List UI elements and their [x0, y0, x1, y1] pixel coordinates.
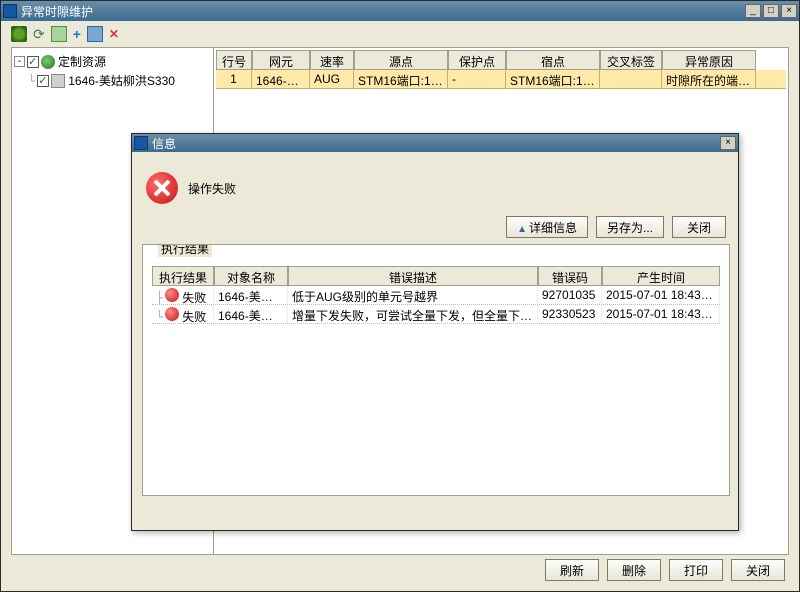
result-cell: 失败 — [182, 310, 206, 323]
result-cell: 增量下发失败，可尝试全量下发，但全量下发有可能影响现有... — [288, 305, 538, 323]
dialog-body: 操作失败 ▲详细信息 另存为... 关闭 执行结果 执行结果 对象名称 错误描述… — [132, 154, 738, 530]
close-button[interactable]: 关闭 — [731, 559, 785, 581]
delete-button[interactable]: 删除 — [607, 559, 661, 581]
grid-cell — [600, 70, 662, 88]
grid-header-cell[interactable]: 宿点 — [506, 50, 600, 70]
results-header-cell[interactable]: 错误描述 — [288, 266, 538, 286]
tree-root[interactable]: - 定制资源 — [14, 52, 211, 71]
tree-checkbox[interactable] — [37, 75, 49, 87]
app-title: 异常时隙维护 — [21, 3, 745, 20]
results-box: 执行结果 执行结果 对象名称 错误描述 错误码 产生时间 ├失败 1646-美姑… — [142, 244, 730, 496]
tree-connector: └ — [28, 74, 35, 88]
result-cell: 1646-美姑柳... — [214, 286, 288, 304]
grid-header-cell[interactable]: 保护点 — [448, 50, 506, 70]
grid-view-icon[interactable] — [51, 26, 67, 42]
main-titlebar: 异常时隙维护 _ □ × — [1, 1, 799, 21]
grid-header-cell[interactable]: 网元 — [252, 50, 310, 70]
result-cell: 低于AUG级别的单元号越界 — [288, 286, 538, 304]
grid-header: 行号 网元 速率 源点 保护点 宿点 交叉标签 异常原因 — [216, 50, 786, 70]
results-header-cell[interactable]: 执行结果 — [152, 266, 214, 286]
grid-cell: - — [448, 70, 506, 88]
dialog-close-icon[interactable]: × — [720, 136, 736, 150]
globe-icon — [41, 55, 55, 69]
grid-header-cell[interactable]: 速率 — [310, 50, 354, 70]
details-button[interactable]: ▲详细信息 — [506, 216, 588, 238]
results-header: 执行结果 对象名称 错误描述 错误码 产生时间 — [152, 266, 720, 286]
minimize-button[interactable]: _ — [745, 4, 761, 18]
close-window-button[interactable]: × — [781, 4, 797, 18]
tree-checkbox[interactable] — [27, 56, 39, 68]
results-header-cell[interactable]: 产生时间 — [602, 266, 720, 286]
save-as-button[interactable]: 另存为... — [596, 216, 664, 238]
app-icon — [3, 4, 17, 18]
result-cell: 2015-07-01 18:43:55 — [602, 286, 720, 304]
grid-header-cell[interactable]: 行号 — [216, 50, 252, 70]
results-header-cell[interactable]: 对象名称 — [214, 266, 288, 286]
device-icon — [51, 74, 65, 88]
plus-icon[interactable]: + — [73, 26, 81, 42]
delete-icon[interactable]: ✕ — [109, 27, 119, 41]
grid-row[interactable]: 1 1646-美... AUG STM16端口:1-V... - STM16端口… — [216, 70, 786, 89]
grid-cell: 1646-美... — [252, 70, 310, 88]
result-cell: 92330523 — [538, 305, 602, 323]
dialog-title: 信息 — [152, 135, 720, 152]
refresh-button[interactable]: 刷新 — [545, 559, 599, 581]
tree-child-label: 1646-美姑柳洪S330 — [68, 72, 175, 89]
dialog-button-row: ▲详细信息 另存为... 关闭 — [132, 214, 738, 240]
grid-header-cell[interactable]: 交叉标签 — [600, 50, 662, 70]
grid-header-cell[interactable]: 源点 — [354, 50, 448, 70]
grid-header-cell[interactable]: 异常原因 — [662, 50, 756, 70]
print-button[interactable]: 打印 — [669, 559, 723, 581]
result-cell: 1646-美姑柳... — [214, 305, 288, 323]
result-cell: 92701035 — [538, 286, 602, 304]
main-footer: 刷新 删除 打印 关闭 — [545, 559, 785, 581]
dialog-close-button[interactable]: 关闭 — [672, 216, 726, 238]
error-area: 操作失败 — [132, 154, 738, 214]
grid-cell: 1 — [216, 70, 252, 88]
result-cell: 2015-07-01 18:43:55 — [602, 305, 720, 323]
app-window: 异常时隙维护 _ □ × ⟳ + ✕ - 定制资源 — [0, 0, 800, 592]
grid-cell: STM16端口:1-V... — [506, 70, 600, 88]
table-icon[interactable] — [87, 26, 103, 42]
grid-cell: AUG — [310, 70, 354, 88]
results-row[interactable]: └失败 1646-美姑柳... 增量下发失败，可尝试全量下发，但全量下发有可能影… — [152, 305, 720, 324]
error-icon — [146, 172, 178, 204]
tree-child[interactable]: └ 1646-美姑柳洪S330 — [14, 71, 211, 90]
fail-icon — [165, 288, 179, 302]
collapse-arrows-icon: ▲ — [517, 224, 527, 235]
refresh-icon[interactable]: ⟳ — [33, 26, 45, 43]
info-dialog: 信息 × 操作失败 ▲详细信息 另存为... 关闭 执行结果 执行结果 对象名称… — [131, 133, 739, 531]
results-legend: 执行结果 — [158, 244, 212, 257]
tree-root-label: 定制资源 — [58, 53, 106, 70]
dialog-titlebar: 信息 × — [132, 134, 738, 152]
grid-cell: STM16端口:1-V... — [354, 70, 448, 88]
tree-collapse-icon[interactable]: - — [14, 56, 25, 67]
maximize-button[interactable]: □ — [763, 4, 779, 18]
home-icon[interactable] — [11, 26, 27, 42]
results-row[interactable]: ├失败 1646-美姑柳... 低于AUG级别的单元号越界 92701035 2… — [152, 286, 720, 305]
details-label: 详细信息 — [529, 221, 577, 235]
result-cell: 失败 — [182, 291, 206, 304]
dialog-icon — [134, 136, 148, 150]
grid-cell: 时隙所在的端口... — [662, 70, 756, 88]
error-text: 操作失败 — [188, 180, 236, 197]
results-header-cell[interactable]: 错误码 — [538, 266, 602, 286]
fail-icon — [165, 307, 179, 321]
toolbar: ⟳ + ✕ — [5, 23, 795, 45]
